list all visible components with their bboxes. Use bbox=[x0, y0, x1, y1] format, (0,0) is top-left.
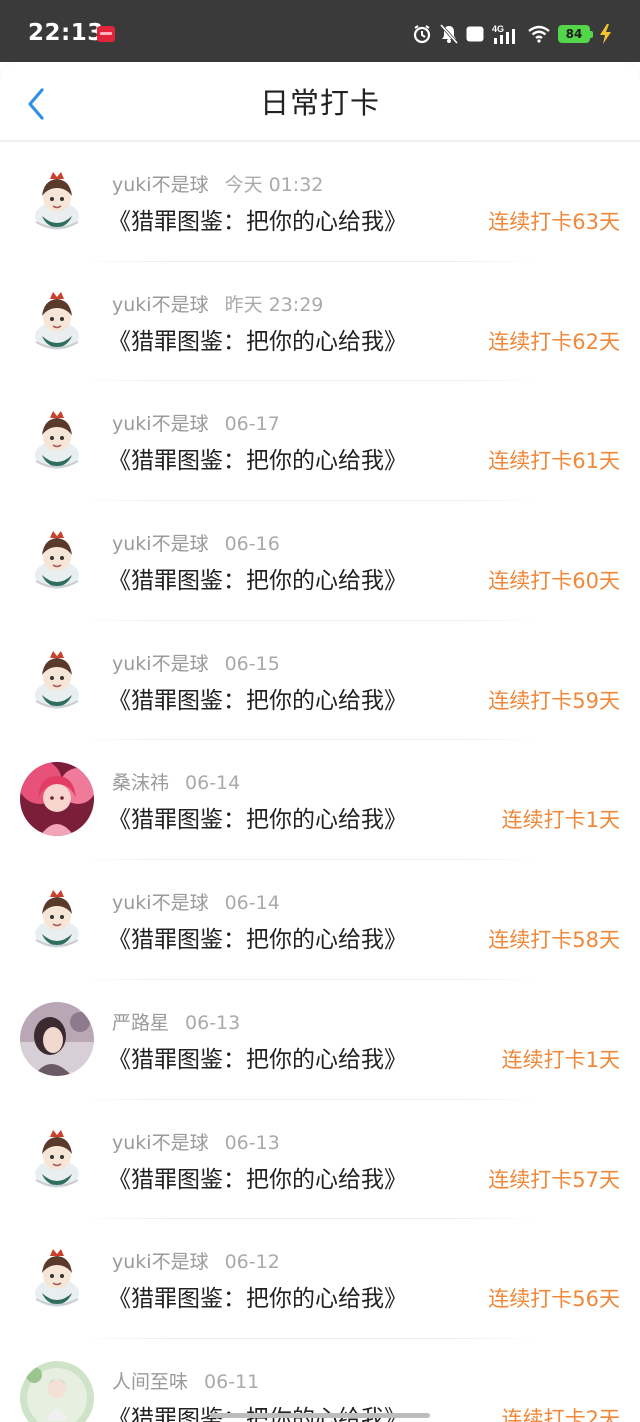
checkin-meta: yuki不是球 06-13 bbox=[112, 1128, 280, 1155]
book-title[interactable]: 《猎罪图鉴：把你的心给我》 bbox=[108, 441, 407, 475]
checkin-date: 06-14 bbox=[224, 892, 280, 915]
notification-app-icon bbox=[97, 26, 115, 42]
book-title[interactable]: 《猎罪图鉴：把你的心给我》 bbox=[108, 202, 407, 236]
checkin-meta: yuki不是球 06-16 bbox=[112, 529, 280, 556]
status-bar: 22:13 4G 84 bbox=[0, 0, 640, 62]
alarm-icon bbox=[412, 24, 432, 44]
username[interactable]: yuki不是球 bbox=[112, 1132, 209, 1154]
checkin-item[interactable]: yuki不是球 06-16 《猎罪图鉴：把你的心给我》 连续打卡60天 bbox=[0, 501, 640, 621]
avatar[interactable] bbox=[20, 1360, 94, 1422]
wifi-icon bbox=[528, 25, 550, 43]
checkin-date: 06-12 bbox=[224, 1251, 280, 1274]
checkin-item[interactable]: 桑沫祎 06-14 《猎罪图鉴：把你的心给我》 连续打卡1天 bbox=[0, 740, 640, 861]
avatar[interactable] bbox=[20, 762, 94, 837]
streak-label: 连续打卡62天 bbox=[488, 329, 620, 354]
checkin-date: 06-16 bbox=[224, 533, 280, 556]
username[interactable]: yuki不是球 bbox=[112, 413, 209, 435]
checkin-meta: 人间至味 06-11 bbox=[112, 1367, 259, 1394]
status-time: 22:13 bbox=[28, 20, 104, 46]
avatar[interactable] bbox=[20, 523, 94, 598]
svg-text:4G: 4G bbox=[492, 24, 504, 34]
avatar[interactable] bbox=[20, 1001, 94, 1076]
book-title[interactable]: 《猎罪图鉴：把你的心给我》 bbox=[108, 1399, 407, 1422]
username[interactable]: yuki不是球 bbox=[112, 892, 209, 914]
checkin-date: 06-14 bbox=[185, 772, 241, 795]
username[interactable]: 人间至味 bbox=[112, 1371, 188, 1393]
checkin-date: 06-13 bbox=[224, 1131, 280, 1154]
username[interactable]: yuki不是球 bbox=[112, 174, 209, 196]
checkin-item[interactable]: yuki不是球 06-15 《猎罪图鉴：把你的心给我》 连续打卡59天 bbox=[0, 620, 640, 741]
checkin-date: 06-15 bbox=[224, 652, 280, 675]
avatar[interactable] bbox=[20, 882, 94, 957]
home-indicator[interactable] bbox=[210, 1413, 430, 1418]
streak-label: 连续打卡59天 bbox=[488, 688, 620, 713]
checkin-date: 06-17 bbox=[224, 413, 280, 436]
username[interactable]: yuki不是球 bbox=[112, 653, 209, 675]
checkin-item[interactable]: yuki不是球 06-13 《猎罪图鉴：把你的心给我》 连续打卡57天 bbox=[0, 1099, 640, 1220]
hd-icon bbox=[466, 26, 484, 42]
book-title[interactable]: 《猎罪图鉴：把你的心给我》 bbox=[108, 1160, 407, 1194]
streak-label: 连续打卡2天 bbox=[501, 1406, 620, 1422]
book-title[interactable]: 《猎罪图鉴：把你的心给我》 bbox=[108, 920, 407, 954]
checkin-item[interactable]: yuki不是球 06-14 《猎罪图鉴：把你的心给我》 连续打卡58天 bbox=[0, 860, 640, 980]
streak-label: 连续打卡63天 bbox=[488, 210, 620, 234]
streak-label: 连续打卡60天 bbox=[488, 569, 620, 594]
streak-label: 连续打卡1天 bbox=[501, 808, 620, 833]
checkin-item[interactable]: yuki不是球 今天 01:32 《猎罪图鉴：把你的心给我》 连续打卡63天 bbox=[0, 142, 640, 262]
streak-label: 连续打卡58天 bbox=[488, 928, 620, 953]
book-title[interactable]: 《猎罪图鉴：把你的心给我》 bbox=[108, 1040, 407, 1074]
avatar[interactable] bbox=[20, 1121, 94, 1196]
username[interactable]: yuki不是球 bbox=[112, 533, 209, 555]
page-header: 日常打卡 bbox=[0, 62, 640, 142]
book-title[interactable]: 《猎罪图鉴：把你的心给我》 bbox=[108, 681, 407, 715]
status-icons: 4G 84 bbox=[412, 22, 612, 46]
checkin-date: 06-11 bbox=[204, 1370, 260, 1393]
avatar[interactable] bbox=[20, 164, 94, 238]
checkin-meta: yuki不是球 06-17 bbox=[112, 409, 280, 436]
checkin-item[interactable]: yuki不是球 昨天 23:29 《猎罪图鉴：把你的心给我》 连续打卡62天 bbox=[0, 261, 640, 382]
checkin-item[interactable]: 严路星 06-13 《猎罪图鉴：把你的心给我》 连续打卡1天 bbox=[0, 979, 640, 1100]
streak-label: 连续打卡57天 bbox=[488, 1167, 620, 1192]
page-title: 日常打卡 bbox=[259, 86, 380, 120]
username[interactable]: 桑沫祎 bbox=[112, 772, 169, 794]
book-title[interactable]: 《猎罪图鉴：把你的心给我》 bbox=[108, 800, 407, 834]
avatar[interactable] bbox=[20, 403, 94, 478]
checkin-date: 今天 01:32 bbox=[224, 174, 324, 196]
checkin-meta: 严路星 06-13 bbox=[112, 1008, 240, 1035]
charging-bolt-icon bbox=[598, 24, 612, 44]
checkin-date: 昨天 23:29 bbox=[224, 293, 324, 316]
book-title[interactable]: 《猎罪图鉴：把你的心给我》 bbox=[108, 561, 407, 595]
cellular-signal-icon: 4G bbox=[492, 23, 520, 45]
username[interactable]: yuki不是球 bbox=[112, 1251, 209, 1273]
checkin-meta: yuki不是球 06-14 bbox=[112, 888, 280, 915]
streak-label: 连续打卡56天 bbox=[488, 1287, 620, 1312]
checkin-list[interactable]: yuki不是球 今天 01:32 《猎罪图鉴：把你的心给我》 连续打卡63天 yuki不… bbox=[0, 142, 640, 1422]
book-title[interactable]: 《猎罪图鉴：把你的心给我》 bbox=[108, 322, 407, 356]
streak-label: 连续打卡61天 bbox=[488, 449, 620, 474]
avatar[interactable] bbox=[20, 283, 94, 358]
checkin-meta: yuki不是球 06-12 bbox=[112, 1247, 280, 1274]
streak-label: 连续打卡1天 bbox=[501, 1047, 620, 1072]
avatar[interactable] bbox=[20, 642, 94, 717]
checkin-date: 06-13 bbox=[185, 1011, 241, 1034]
checkin-item[interactable]: 人间至味 06-11 《猎罪图鉴：把你的心给我》 连续打卡2天 bbox=[0, 1338, 640, 1422]
checkin-meta: 桑沫祎 06-14 bbox=[112, 768, 240, 795]
avatar[interactable] bbox=[20, 1241, 94, 1316]
mute-bell-icon bbox=[440, 24, 458, 44]
checkin-meta: yuki不是球 今天 01:32 bbox=[112, 170, 323, 197]
checkin-meta: yuki不是球 昨天 23:29 bbox=[112, 290, 323, 317]
book-title[interactable]: 《猎罪图鉴：把你的心给我》 bbox=[108, 1279, 407, 1313]
checkin-item[interactable]: yuki不是球 06-17 《猎罪图鉴：把你的心给我》 连续打卡61天 bbox=[0, 381, 640, 502]
username[interactable]: 严路星 bbox=[112, 1012, 169, 1034]
checkin-meta: yuki不是球 06-15 bbox=[112, 649, 280, 676]
battery-indicator: 84 bbox=[558, 25, 593, 43]
checkin-item[interactable]: yuki不是球 06-12 《猎罪图鉴：把你的心给我》 连续打卡56天 bbox=[0, 1219, 640, 1339]
username[interactable]: yuki不是球 bbox=[112, 294, 209, 316]
